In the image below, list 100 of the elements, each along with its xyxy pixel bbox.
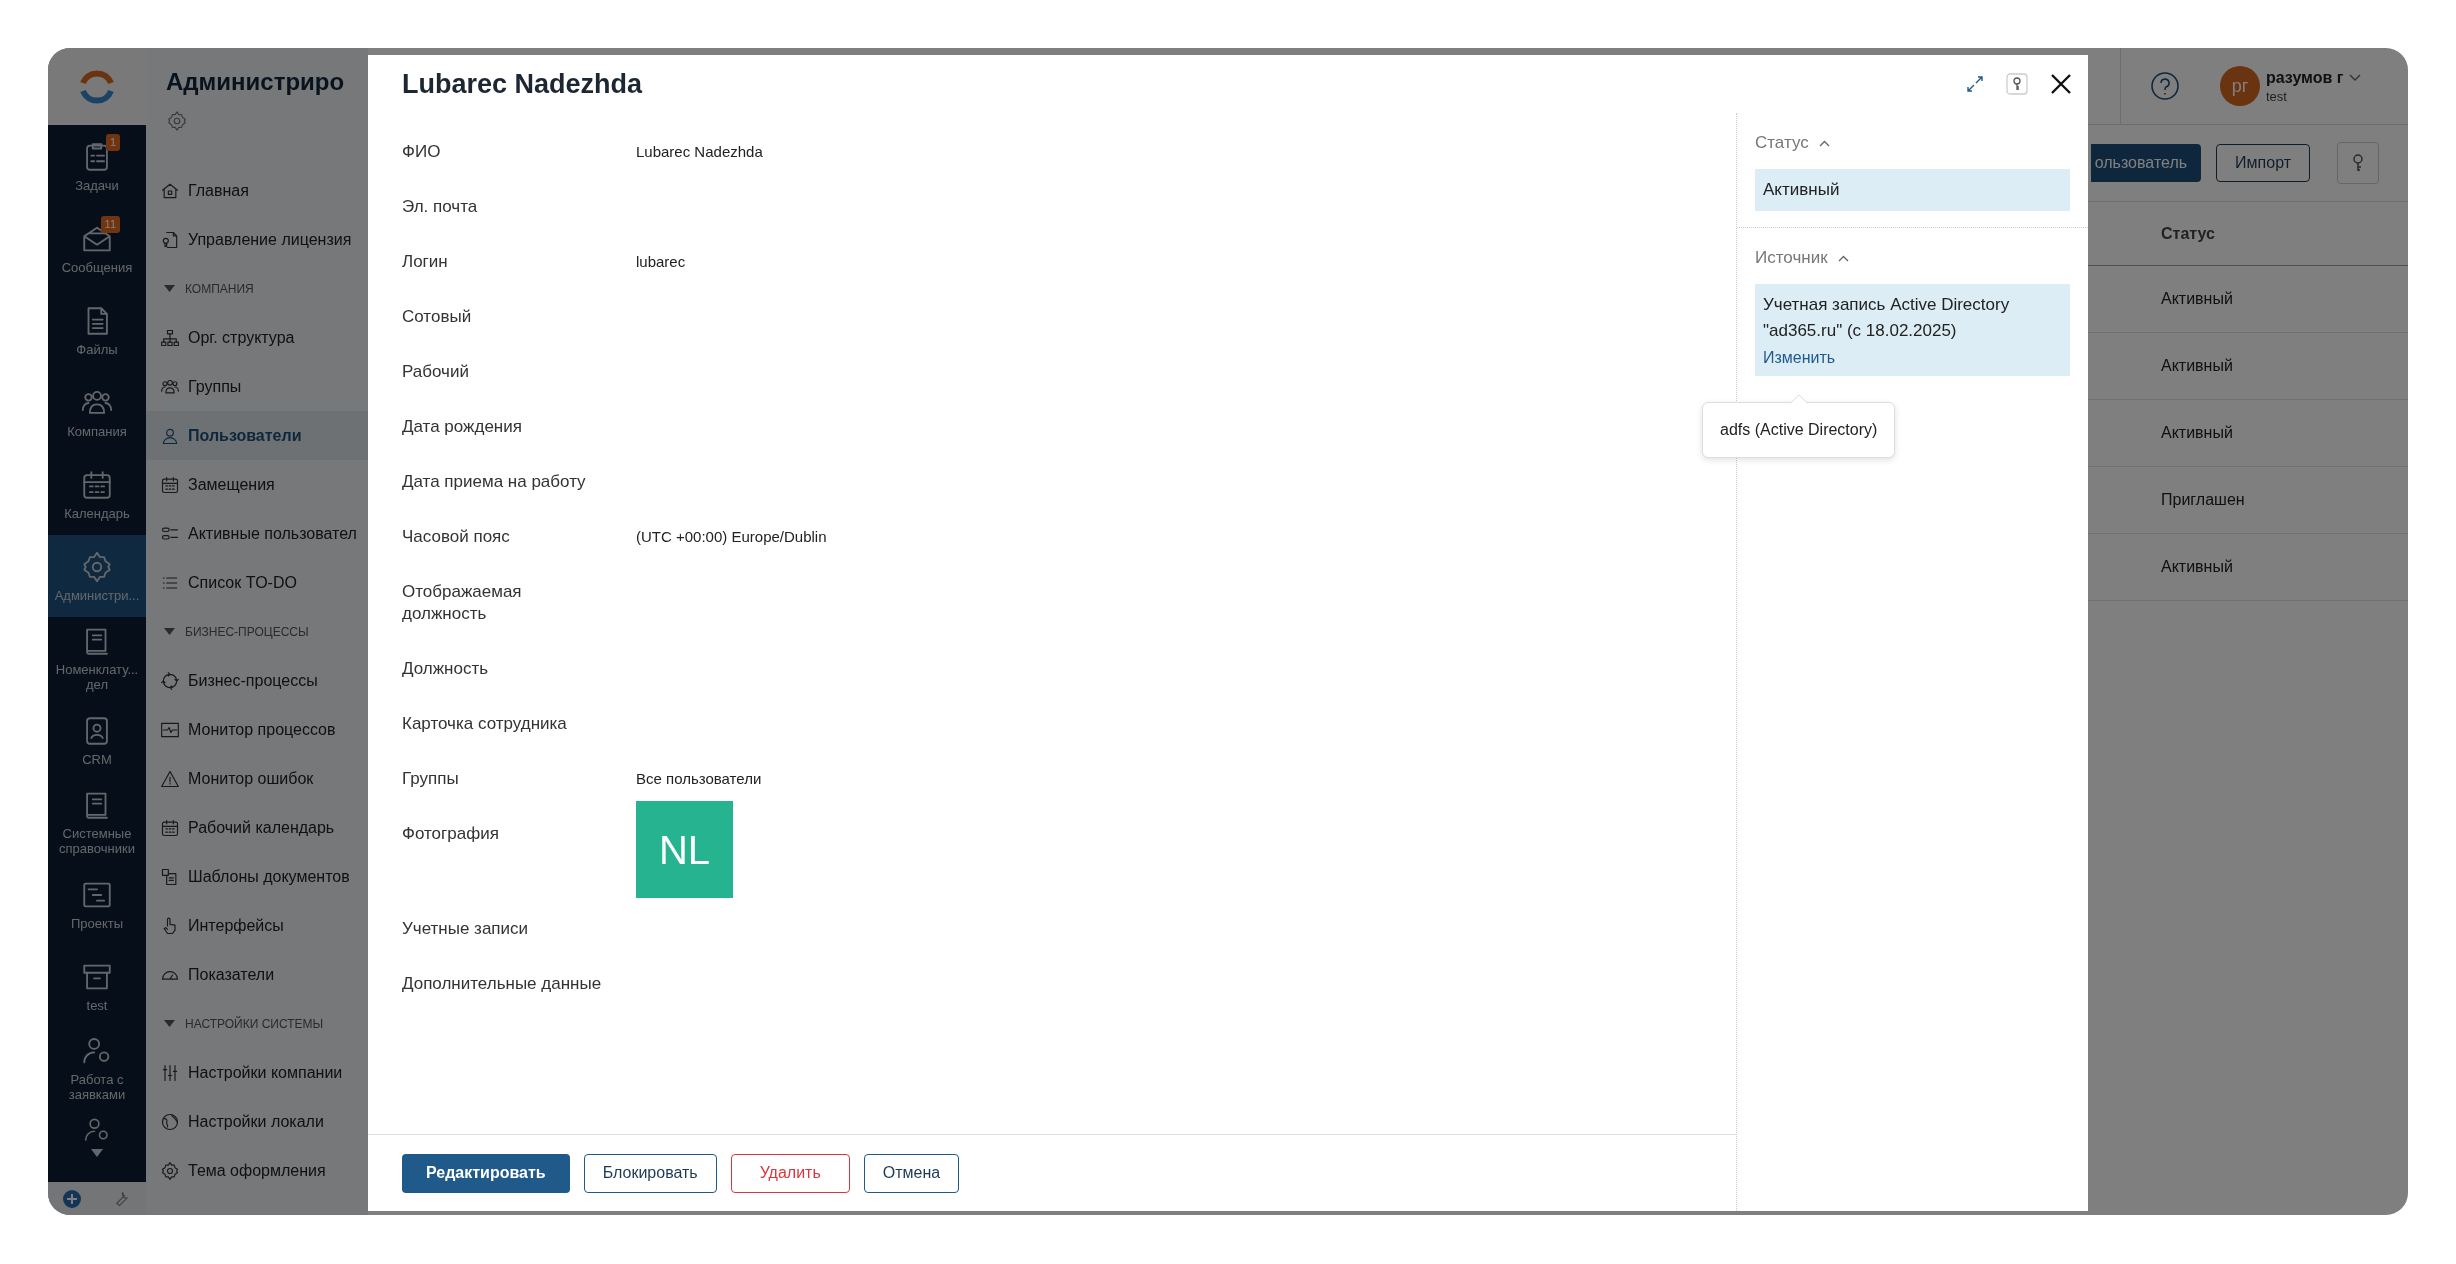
sliders-icon: [160, 1062, 180, 1083]
field-label: Карточка сотрудника: [402, 713, 568, 735]
section-heading: БИЗНЕС-ПРОЦЕССЫ: [185, 624, 309, 639]
nav-item[interactable]: Рабочий календарь: [146, 803, 368, 852]
rail-item[interactable]: Системные справочники: [48, 781, 146, 863]
delete-button[interactable]: Удалить: [730, 1153, 850, 1193]
caret-down-icon[interactable]: [164, 283, 175, 294]
help-key-button[interactable]: [2337, 142, 2379, 184]
edit-button[interactable]: Редактировать: [402, 1153, 570, 1193]
field-label: Рабочий: [402, 361, 470, 383]
section-title: Статус: [1755, 133, 1809, 153]
rail-item[interactable]: test: [48, 945, 146, 1027]
nav-item[interactable]: Интерфейсы: [146, 901, 368, 950]
page-title: Администриро: [165, 67, 346, 97]
section-title: Источник: [1755, 248, 1828, 268]
field-value: Lubarec Nadezhda: [636, 143, 763, 160]
caret-down-icon[interactable]: [164, 1018, 175, 1029]
field-value: lubarec: [636, 253, 686, 270]
rail-item[interactable]: Компания: [48, 371, 146, 453]
section-heading: НАСТРОЙКИ СИСТЕМЫ: [185, 1016, 324, 1031]
nav-item[interactable]: Группы: [146, 362, 368, 411]
chevron-up-icon[interactable]: [1818, 139, 1830, 147]
table-cell-text: Приглашен: [2161, 491, 2246, 509]
cancel-button[interactable]: Отмена: [863, 1153, 960, 1193]
gear-icon: [160, 1160, 180, 1181]
field-label: ФИО: [402, 141, 442, 163]
org-chart-icon: [160, 327, 180, 348]
nav-item[interactable]: Настройки компании: [146, 1048, 368, 1097]
field-label: Дата приема на работу: [402, 471, 587, 493]
chevron-down-icon[interactable]: [2349, 73, 2362, 82]
table-cell-text: Активный: [2161, 424, 2234, 442]
caret-down-icon[interactable]: [91, 1149, 103, 1157]
nav-item[interactable]: Пользователи: [146, 411, 368, 460]
nav-item[interactable]: Список TO-DO: [146, 558, 368, 607]
rail-item[interactable]: 1 Задачи: [48, 125, 146, 207]
field-label: Учетные записи: [402, 918, 530, 940]
section-text: Активный: [1763, 179, 1841, 201]
calendar-icon: [160, 474, 180, 495]
field-label: Часовой пояс: [402, 526, 511, 548]
nav-item[interactable]: Монитор ошибок: [146, 754, 368, 803]
field-value: Все пользователи: [636, 770, 762, 787]
plus-icon[interactable]: [63, 1189, 81, 1208]
column-header[interactable]: Статус: [2161, 224, 2408, 243]
nav-item[interactable]: Замещения: [146, 460, 368, 509]
locale-icon: [160, 1111, 180, 1132]
field-value: (UTC +00:00) Europe/Dublin: [636, 528, 827, 545]
calendar-icon: [160, 817, 180, 838]
change-link[interactable]: Изменить: [1763, 348, 1836, 368]
rail-item[interactable]: CRM: [48, 699, 146, 781]
table-cell-text: Активный: [2161, 357, 2234, 375]
table-cell-text: Активный: [2161, 558, 2234, 576]
rail-item[interactable]: Календарь: [48, 453, 146, 535]
nav-item[interactable]: Показатели: [146, 950, 368, 999]
nav-item[interactable]: Настройки локали: [146, 1097, 368, 1146]
tooltip-pointer: [1790, 394, 1808, 404]
user-avatar[interactable]: рг: [2220, 66, 2260, 106]
help-icon[interactable]: [2150, 71, 2180, 101]
field-label: Дата рождения: [402, 416, 523, 438]
warning-icon: [160, 768, 180, 789]
settings-icon[interactable]: [166, 110, 188, 132]
rail-item[interactable]: Работа с заявками: [48, 1027, 146, 1109]
rail-item[interactable]: Файлы: [48, 289, 146, 371]
nav-item[interactable]: Монитор процессов: [146, 705, 368, 754]
caret-down-icon[interactable]: [164, 626, 175, 637]
add-user-button[interactable]: ользователь: [2090, 144, 2202, 182]
key-icon: [2350, 153, 2366, 173]
field-label: Логин: [402, 251, 449, 273]
nav-item[interactable]: Управление лицензия: [146, 215, 368, 264]
field-label: Дополнительные данные: [402, 973, 602, 995]
license-icon: [160, 229, 180, 250]
nav-item[interactable]: Орг. структура: [146, 313, 368, 362]
user-subtitle: test: [2266, 88, 2288, 104]
rail-item[interactable]: Администри...: [48, 535, 146, 617]
field-label: Фотография: [402, 823, 500, 845]
import-button[interactable]: Импорт: [2216, 144, 2310, 182]
expand-icon[interactable]: [1966, 75, 1984, 93]
rail-item[interactable]: 11 Сообщения: [48, 207, 146, 289]
rail-item[interactable]: Проекты: [48, 863, 146, 945]
user-name[interactable]: разумов г: [2266, 68, 2344, 87]
key-icon[interactable]: [2006, 73, 2028, 95]
section-text: Учетная запись Active Directory "ad365.ru" (с 18.02.2025): [1763, 294, 2011, 342]
close-icon[interactable]: [2050, 73, 2072, 95]
gear-icon: [80, 549, 114, 584]
nav-item[interactable]: Главная: [146, 166, 368, 215]
section-heading: КОМПАНИЯ: [185, 281, 254, 296]
rail-item[interactable]: Номенклату... дел: [48, 617, 146, 699]
field-label: Должность: [402, 658, 490, 680]
table-cell-text: Активный: [2161, 290, 2234, 308]
count-badge: 1: [105, 133, 120, 151]
field-label: Группы: [402, 768, 460, 790]
cycle-icon: [160, 670, 180, 691]
nav-item[interactable]: Шаблоны документов: [146, 852, 368, 901]
tooltip: adfs (Active Directory): [1702, 402, 1896, 458]
block-button[interactable]: Блокировать: [583, 1153, 717, 1193]
nav-item[interactable]: Активные пользовател: [146, 509, 368, 558]
modal-title: Lubarec Nadezhda: [402, 68, 644, 100]
nav-item[interactable]: Бизнес-процессы: [146, 656, 368, 705]
chevron-up-icon[interactable]: [1837, 254, 1849, 262]
nav-item[interactable]: Тема оформления: [146, 1146, 368, 1195]
field-label: Отображаемая должность: [402, 581, 523, 625]
